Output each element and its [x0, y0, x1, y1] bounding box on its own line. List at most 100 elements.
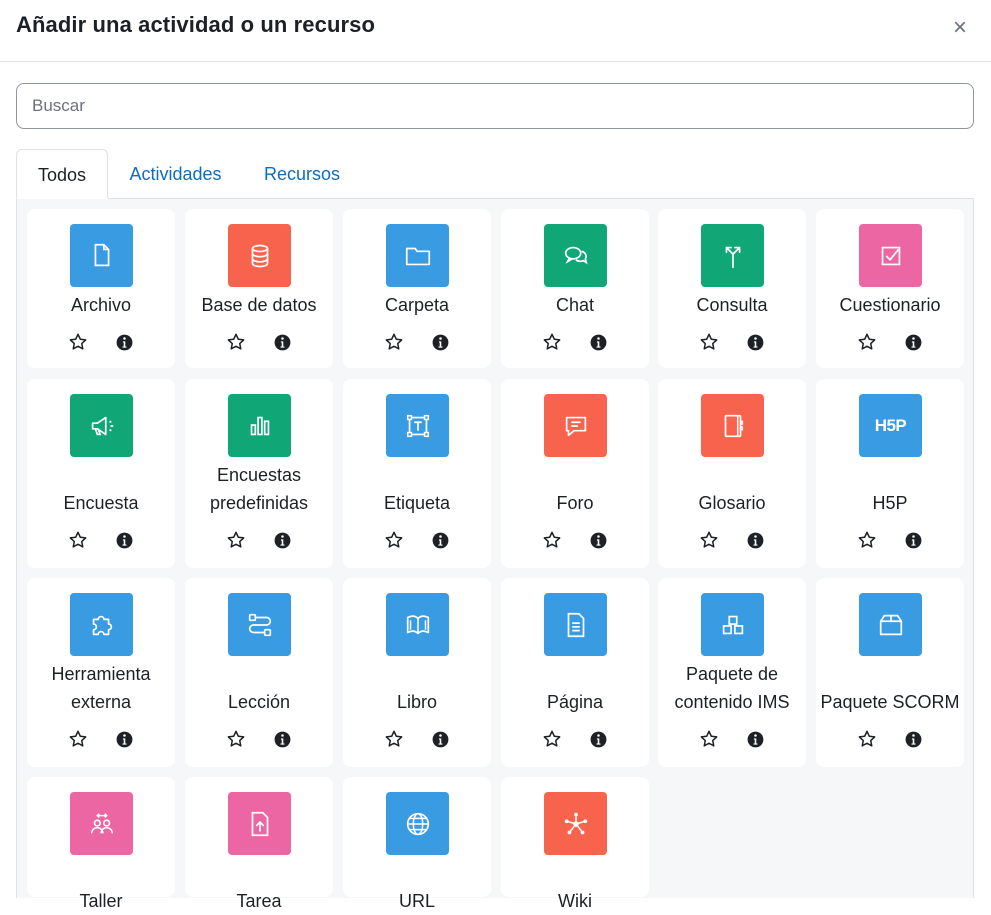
- glossary-icon: [701, 394, 764, 457]
- tab-todos[interactable]: Todos: [16, 149, 108, 199]
- module-name: H5P: [872, 493, 908, 513]
- h5p-icon: H5P: [859, 394, 922, 457]
- module-name: URL: [398, 891, 435, 911]
- module-name: Paquete de contenido IMS: [674, 664, 790, 712]
- module-name: Glosario: [698, 493, 766, 513]
- star-icon[interactable]: [541, 529, 563, 551]
- module-name: Chat: [555, 295, 595, 315]
- star-icon[interactable]: [698, 728, 720, 750]
- module-card[interactable]: Taller: [27, 777, 175, 911]
- info-icon[interactable]: [744, 529, 766, 551]
- database-icon: [228, 224, 291, 287]
- tab-bar: Todos Actividades Recursos: [16, 149, 974, 199]
- info-icon[interactable]: [113, 728, 135, 750]
- star-icon[interactable]: [541, 728, 563, 750]
- module-card[interactable]: Herramienta externa: [27, 578, 175, 767]
- module-name: Foro: [556, 493, 594, 513]
- star-icon[interactable]: [225, 728, 247, 750]
- module-card[interactable]: Página: [501, 578, 649, 767]
- tab-actividades[interactable]: Actividades: [114, 149, 237, 199]
- info-icon[interactable]: [587, 728, 609, 750]
- module-card[interactable]: Libro: [343, 578, 491, 767]
- module-name: Cuestionario: [839, 295, 941, 315]
- star-icon[interactable]: [856, 331, 878, 353]
- workshop-icon: [70, 792, 133, 855]
- star-icon[interactable]: [383, 529, 405, 551]
- star-icon[interactable]: [698, 331, 720, 353]
- text-box-icon: [386, 394, 449, 457]
- module-name: Lección: [227, 692, 291, 712]
- info-icon[interactable]: [587, 529, 609, 551]
- modal-header: Añadir una actividad o un recurso ×: [0, 0, 991, 62]
- module-name: Taller: [79, 891, 123, 911]
- info-icon[interactable]: [902, 728, 924, 750]
- search-input[interactable]: [16, 83, 974, 129]
- star-icon[interactable]: [383, 331, 405, 353]
- star-icon[interactable]: [225, 529, 247, 551]
- signpost-icon: [701, 224, 764, 287]
- info-icon[interactable]: [429, 529, 451, 551]
- puzzle-icon: [70, 593, 133, 656]
- module-name: Consulta: [696, 295, 768, 315]
- module-card[interactable]: Paquete SCORM: [816, 578, 964, 767]
- module-card[interactable]: Encuestas predefinidas: [185, 379, 333, 568]
- info-icon[interactable]: [587, 331, 609, 353]
- star-icon[interactable]: [383, 728, 405, 750]
- info-icon[interactable]: [271, 728, 293, 750]
- info-icon[interactable]: [902, 529, 924, 551]
- module-card[interactable]: Consulta: [658, 209, 806, 368]
- module-card[interactable]: Lección: [185, 578, 333, 767]
- module-name: Archivo: [70, 295, 132, 315]
- module-card[interactable]: Base de datos: [185, 209, 333, 368]
- star-icon[interactable]: [698, 529, 720, 551]
- close-button[interactable]: ×: [948, 14, 972, 42]
- globe-icon: [386, 792, 449, 855]
- module-card[interactable]: Paquete de contenido IMS: [658, 578, 806, 767]
- package-icon: [859, 593, 922, 656]
- module-card[interactable]: Etiqueta: [343, 379, 491, 568]
- folder-icon: [386, 224, 449, 287]
- module-name: Herramienta externa: [51, 664, 151, 712]
- tab-recursos[interactable]: Recursos: [253, 149, 351, 199]
- info-icon[interactable]: [113, 529, 135, 551]
- info-icon[interactable]: [744, 331, 766, 353]
- star-icon[interactable]: [67, 529, 89, 551]
- star-icon[interactable]: [856, 728, 878, 750]
- h5p-glyph: H5P: [874, 415, 907, 435]
- quiz-icon: [859, 224, 922, 287]
- search-container: [16, 83, 974, 129]
- module-card[interactable]: Encuesta: [27, 379, 175, 568]
- module-name: Página: [546, 692, 604, 712]
- module-card[interactable]: Archivo: [27, 209, 175, 368]
- module-name: Paquete SCORM: [820, 692, 960, 712]
- info-icon[interactable]: [429, 728, 451, 750]
- star-icon[interactable]: [856, 529, 878, 551]
- info-icon[interactable]: [113, 331, 135, 353]
- info-icon[interactable]: [271, 529, 293, 551]
- module-card[interactable]: Cuestionario: [816, 209, 964, 368]
- info-icon[interactable]: [429, 331, 451, 353]
- module-card[interactable]: Glosario: [658, 379, 806, 568]
- info-icon[interactable]: [902, 331, 924, 353]
- file-icon: [70, 224, 133, 287]
- module-card[interactable]: Foro: [501, 379, 649, 568]
- star-icon[interactable]: [67, 728, 89, 750]
- bar-chart-icon: [228, 394, 291, 457]
- module-card[interactable]: H5P H5P: [816, 379, 964, 568]
- star-icon[interactable]: [541, 331, 563, 353]
- star-icon[interactable]: [67, 331, 89, 353]
- info-icon[interactable]: [744, 728, 766, 750]
- star-icon[interactable]: [225, 331, 247, 353]
- info-icon[interactable]: [271, 331, 293, 353]
- module-card[interactable]: Wiki: [501, 777, 649, 911]
- module-grid: Archivo Base de datos Carpeta Chat Consulta C…: [16, 198, 974, 911]
- module-name: Carpeta: [384, 295, 450, 315]
- module-name: Encuestas predefinidas: [209, 465, 309, 513]
- module-card[interactable]: Chat: [501, 209, 649, 368]
- module-name: Encuesta: [63, 493, 139, 513]
- module-name: Libro: [396, 692, 438, 712]
- route-icon: [228, 593, 291, 656]
- module-card[interactable]: Tarea: [185, 777, 333, 911]
- module-card[interactable]: Carpeta: [343, 209, 491, 368]
- module-card[interactable]: URL: [343, 777, 491, 911]
